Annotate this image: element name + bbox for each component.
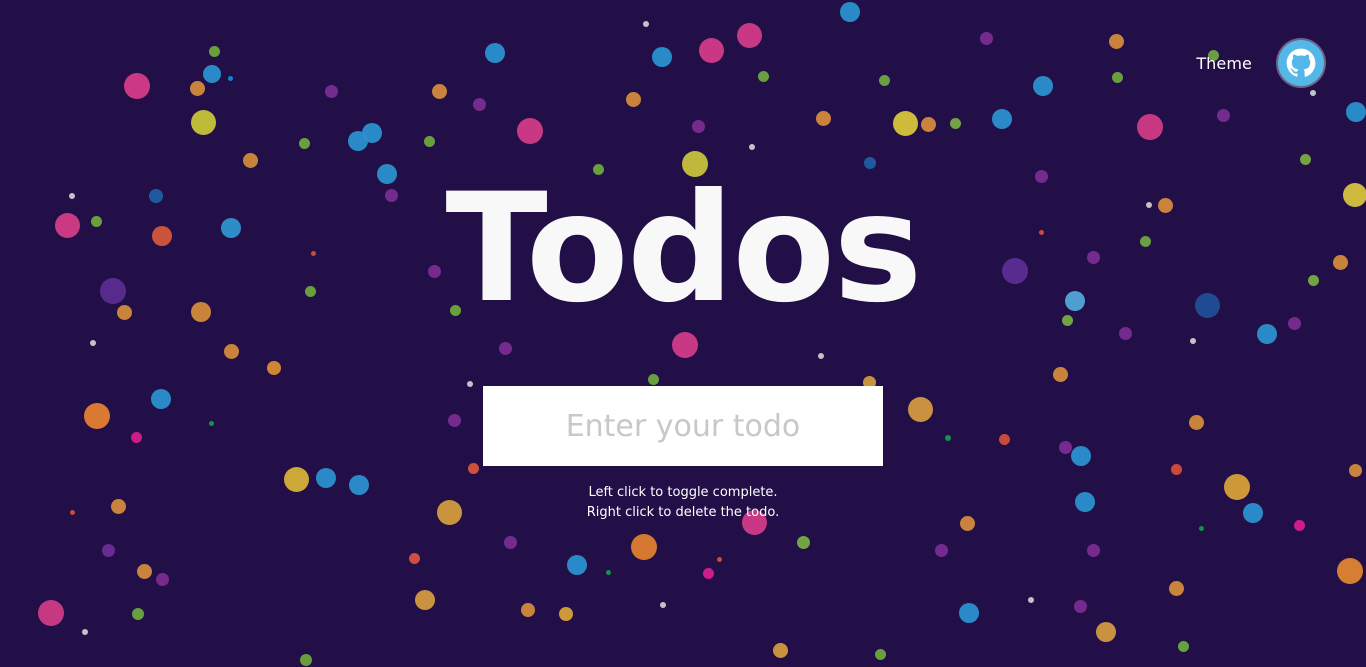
top-navigation: Theme [1196,40,1324,86]
help-text-line-1: Left click to toggle complete. [588,485,778,500]
hero-section: Todos Left click to toggle complete. Rig… [0,0,1366,667]
github-link[interactable] [1278,40,1324,86]
github-icon [1286,48,1316,77]
page-title: Todos [445,162,922,336]
help-text-line-2: Right click to delete the todo. [586,505,780,520]
todo-input[interactable] [483,386,883,466]
todo-app-page: Theme Todos Left click to toggle complet… [0,0,1366,667]
help-text: Left click to toggle complete. Right cli… [0,483,1366,523]
todo-input-container [483,386,883,466]
theme-button[interactable]: Theme [1196,54,1252,73]
